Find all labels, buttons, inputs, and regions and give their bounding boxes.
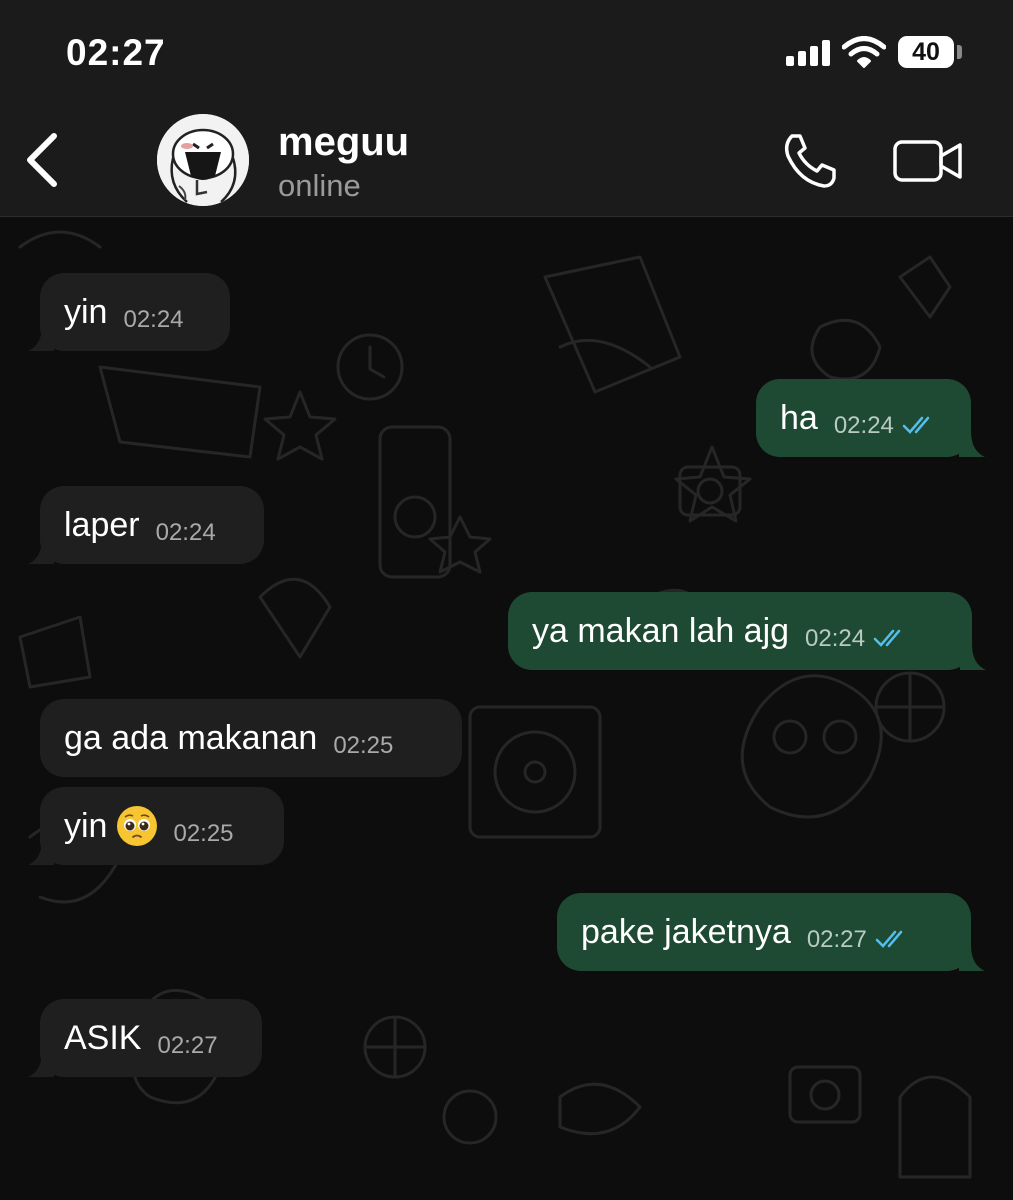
message-time: 02:25 — [173, 820, 234, 847]
incoming-message-bubble[interactable]: yin 02:25 — [28, 787, 284, 865]
message-text: yin — [64, 806, 108, 845]
incoming-message-bubble[interactable]: ga ada makanan 02:25 — [40, 699, 462, 777]
message-text: ga ada makanan — [64, 718, 318, 757]
message-time: 02:27 — [157, 1032, 218, 1059]
read-receipt-icon — [873, 629, 901, 647]
avatar-illustration — [157, 114, 249, 206]
contact-status: online — [278, 168, 361, 203]
message-text: ya makan lah ajg — [532, 611, 790, 650]
outgoing-message-bubble[interactable]: ya makan lah ajg 02:24 — [508, 592, 986, 670]
chat-area[interactable]: yin 02:24 ha 02:24 laper 02:24 ya makan … — [0, 217, 1013, 1200]
message-text: laper — [64, 505, 140, 544]
message-time: 02:24 — [833, 412, 894, 439]
read-receipt-icon — [875, 930, 903, 948]
message-text: yin — [64, 292, 108, 331]
bubble-tail — [959, 945, 985, 971]
message-time: 02:24 — [155, 519, 216, 546]
battery-cap — [957, 45, 962, 59]
bubble-tail — [959, 431, 985, 457]
pleading-face-emoji-icon — [117, 806, 158, 846]
battery-indicator: 40 — [898, 36, 954, 68]
status-bar-time: 02:27 — [66, 32, 166, 73]
bubble-tail — [28, 1051, 54, 1077]
incoming-message-bubble[interactable]: yin 02:24 — [28, 273, 230, 351]
phone-call-icon[interactable] — [780, 132, 840, 188]
video-call-icon[interactable] — [892, 137, 964, 185]
bubble-tail — [28, 839, 54, 865]
bubble-tail — [960, 644, 986, 670]
incoming-message-bubble[interactable]: laper 02:24 — [28, 486, 264, 564]
contact-avatar[interactable] — [157, 114, 249, 206]
contact-name[interactable]: meguu — [278, 120, 409, 165]
message-text: ha — [780, 398, 818, 437]
cellular-signal-icon — [786, 40, 832, 66]
back-chevron-icon[interactable] — [22, 132, 62, 188]
message-text: ASIK — [64, 1018, 142, 1057]
message-time: 02:27 — [806, 926, 867, 953]
message-time: 02:24 — [123, 306, 184, 333]
chat-header: 02:27 40 meguu online — [0, 0, 1013, 217]
incoming-message-bubble[interactable]: ASIK 02:27 — [28, 999, 262, 1077]
read-receipt-icon — [902, 416, 930, 434]
message-time: 02:24 — [805, 625, 866, 652]
wifi-icon — [842, 36, 886, 68]
outgoing-message-bubble[interactable]: pake jaketnya 02:27 — [557, 893, 985, 971]
bubble-tail — [28, 325, 54, 351]
bubble-tail — [28, 538, 54, 564]
outgoing-message-bubble[interactable]: ha 02:24 — [756, 379, 985, 457]
message-time: 02:25 — [333, 732, 394, 759]
message-text: pake jaketnya — [581, 912, 791, 951]
